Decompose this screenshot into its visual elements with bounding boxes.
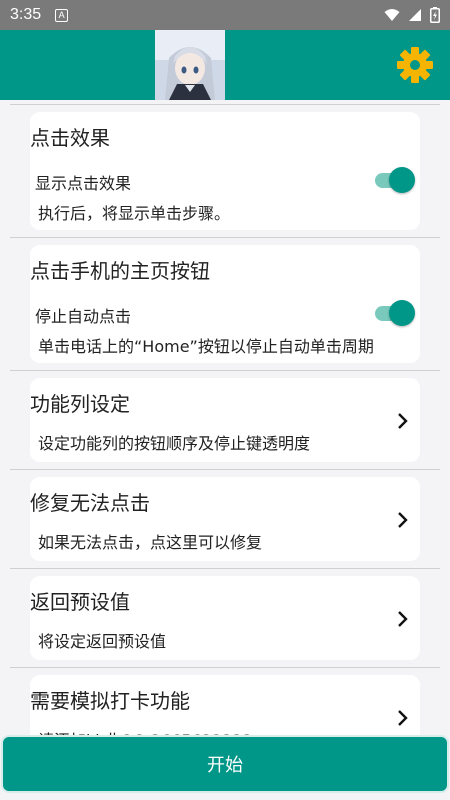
stop-auto-click-toggle[interactable]: [375, 299, 417, 327]
section-title: 返回预设值: [30, 590, 130, 614]
chevron-right-icon: [398, 512, 408, 528]
section-description: 设定功能列的按钮顺序及停止键透明度: [38, 434, 311, 453]
start-button[interactable]: 开始: [1, 735, 449, 793]
card-toolbar-settings[interactable]: 功能列设定 设定功能列的按钮顺序及停止键透明度: [30, 378, 420, 462]
section-description: 执行后，将显示单击步骤。: [38, 204, 231, 223]
divider: [10, 370, 440, 371]
section-description: 单击电话上的“Home”按钮以停止自动单击周期: [38, 337, 374, 356]
toggle-label: 显示点击效果: [35, 174, 132, 193]
status-icons: [384, 7, 440, 23]
status-time: 3:35: [10, 6, 42, 23]
settings-button[interactable]: [395, 45, 435, 85]
toggle-label: 停止自动点击: [35, 307, 132, 326]
card-home-button: 点击手机的主页按钮 停止自动点击 单击电话上的“Home”按钮以停止自动单击周期: [30, 245, 420, 363]
section-title: 需要模拟打卡功能: [30, 689, 190, 713]
status-bar: 3:35 A: [0, 0, 450, 30]
divider: [10, 237, 440, 238]
divider: [10, 469, 440, 470]
card-fix-click[interactable]: 修复无法点击 如果无法点击，点这里可以修复: [30, 477, 420, 561]
section-title: 修复无法点击: [30, 491, 150, 515]
divider: [10, 104, 440, 105]
notification-icon: A: [55, 8, 69, 22]
section-title: 点击手机的主页按钮: [30, 259, 210, 283]
card-reset-defaults[interactable]: 返回预设值 将设定返回预设值: [30, 576, 420, 660]
section-description: 将设定返回预设值: [38, 632, 167, 651]
card-clock-in[interactable]: 需要模拟打卡功能 请添加kk业QQ 3665633333: [30, 675, 420, 736]
app-header: [0, 30, 450, 100]
chevron-right-icon: [398, 611, 408, 627]
avatar: [155, 30, 225, 100]
battery-icon: [430, 7, 440, 23]
show-click-effect-toggle[interactable]: [375, 166, 417, 194]
divider: [10, 667, 440, 668]
signal-icon: [409, 9, 421, 21]
chevron-right-icon: [398, 413, 408, 429]
section-title: 功能列设定: [30, 392, 130, 416]
settings-list[interactable]: 点击效果 显示点击效果 执行后，将显示单击步骤。 点击手机的主页按钮 停止自动点…: [0, 100, 450, 736]
section-title: 点击效果: [30, 126, 110, 150]
chevron-right-icon: [398, 710, 408, 726]
divider: [10, 568, 440, 569]
gear-icon: [397, 47, 433, 83]
section-description: 如果无法点击，点这里可以修复: [38, 533, 263, 552]
wifi-icon: [384, 9, 400, 21]
card-click-effect: 点击效果 显示点击效果 执行后，将显示单击步骤。: [30, 112, 420, 230]
